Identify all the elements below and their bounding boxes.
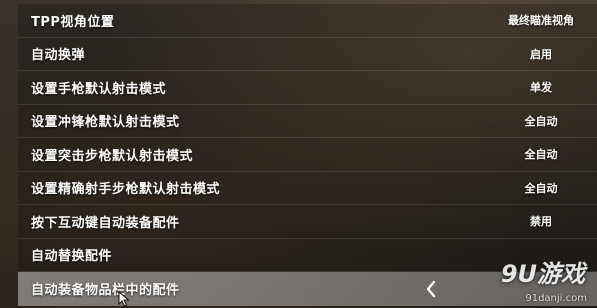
setting-row-interact-equip-attachment[interactable]: 按下互动键自动装备配件 禁用 bbox=[18, 205, 597, 239]
setting-row-auto-reload[interactable]: 自动换弹 启用 bbox=[18, 37, 597, 71]
setting-value[interactable]: 全自动 bbox=[496, 180, 586, 196]
setting-value[interactable]: 启用 bbox=[496, 46, 586, 62]
setting-value[interactable]: 单发 bbox=[496, 79, 586, 95]
settings-screen: TPP视角位置 最终瞄准视角 自动换弹 启用 设置手枪默认射击模式 单发 设置冲… bbox=[0, 0, 597, 308]
watermark-url: 91danji.com bbox=[525, 293, 587, 304]
setting-row-ar-fire-mode[interactable]: 设置突击步枪默认射击模式 全自动 bbox=[18, 138, 597, 172]
setting-label: 设置突击步枪默认射击模式 bbox=[31, 148, 194, 164]
chevron-left-icon[interactable] bbox=[424, 279, 438, 299]
setting-value[interactable]: 全自动 bbox=[496, 146, 586, 162]
setting-row-pistol-fire-mode[interactable]: 设置手枪默认射击模式 单发 bbox=[18, 71, 597, 105]
setting-label: 自动换弹 bbox=[31, 48, 86, 64]
setting-value[interactable]: 全自动 bbox=[496, 113, 586, 129]
setting-label: 设置精确射手步枪默认射击模式 bbox=[31, 182, 221, 198]
setting-row-dmr-fire-mode[interactable]: 设置精确射手步枪默认射击模式 全自动 bbox=[18, 171, 597, 205]
mouse-pointer-icon bbox=[118, 291, 130, 307]
setting-label: 自动装备物品栏中的配件 bbox=[31, 283, 180, 299]
setting-row-tpp-view[interactable]: TPP视角位置 最终瞄准视角 bbox=[18, 4, 597, 38]
watermark-logo: 9U游戏 bbox=[500, 260, 585, 288]
setting-value[interactable]: 禁用 bbox=[496, 213, 586, 229]
setting-label: 设置手枪默认射击模式 bbox=[31, 81, 167, 97]
setting-label: TPP视角位置 bbox=[31, 14, 115, 30]
setting-label: 自动替换配件 bbox=[31, 249, 113, 265]
setting-label: 设置冲锋枪默认射击模式 bbox=[31, 115, 180, 131]
setting-row-smg-fire-mode[interactable]: 设置冲锋枪默认射击模式 全自动 bbox=[18, 104, 597, 138]
setting-label: 按下互动键自动装备配件 bbox=[31, 215, 180, 231]
site-watermark: 9U游戏 91danji.com bbox=[475, 254, 587, 304]
setting-value[interactable]: 最终瞄准视角 bbox=[496, 12, 586, 28]
